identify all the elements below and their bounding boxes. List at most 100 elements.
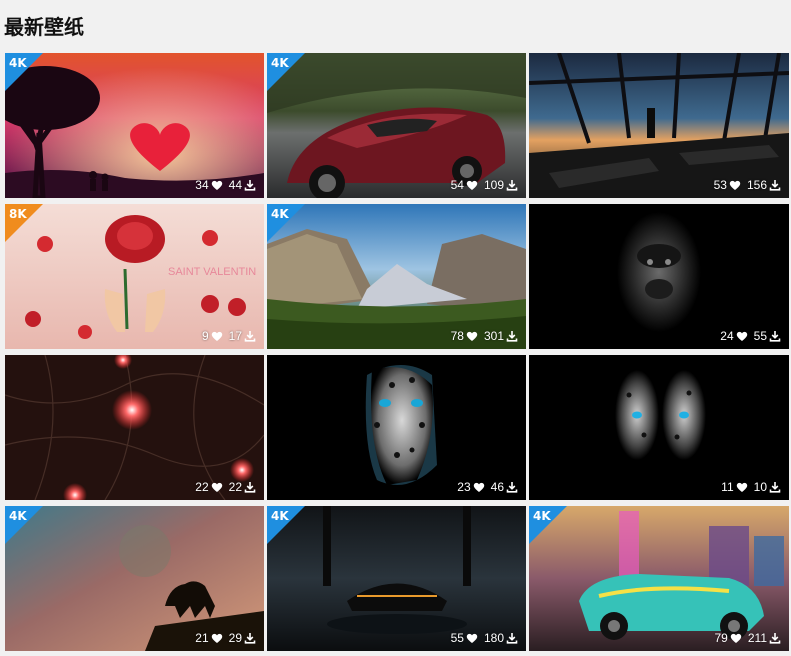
download-stat[interactable]: 55 — [754, 329, 781, 343]
download-count: 46 — [490, 480, 504, 494]
wallpaper-card[interactable]: 24 55 — [529, 204, 789, 349]
download-stat[interactable]: 29 — [229, 631, 256, 645]
like-count: 24 — [720, 329, 734, 343]
download-stat[interactable]: 180 — [484, 631, 518, 645]
like-count: 11 — [721, 480, 734, 494]
like-stat[interactable]: 34 — [195, 178, 222, 192]
valentine-text: SAINT VALENTIN — [168, 266, 256, 278]
like-count: 23 — [457, 480, 471, 494]
download-icon — [244, 179, 256, 191]
wallpaper-card[interactable]: 4K 34 44 — [5, 53, 264, 198]
like-stat[interactable]: 79 — [715, 631, 742, 645]
download-stat[interactable]: 46 — [491, 480, 518, 494]
wallpaper-image — [529, 506, 789, 651]
download-icon — [506, 179, 518, 191]
download-stat[interactable]: 301 — [484, 329, 518, 343]
card-stats: 53 156 — [714, 178, 781, 192]
download-icon — [506, 330, 518, 342]
resolution-label: 4K — [9, 56, 27, 70]
like-count: 79 — [714, 631, 728, 645]
wallpaper-card[interactable]: 53 156 — [529, 53, 789, 198]
heart-icon — [466, 179, 478, 191]
heart-icon — [211, 481, 223, 493]
heart-icon — [736, 330, 748, 342]
like-stat[interactable]: 54 — [451, 178, 478, 192]
like-stat[interactable]: 21 — [195, 631, 222, 645]
like-count: 54 — [450, 178, 464, 192]
like-stat[interactable]: 78 — [451, 329, 478, 343]
resolution-label: 4K — [533, 509, 551, 523]
card-stats: 78 301 — [451, 329, 518, 343]
download-icon — [244, 330, 256, 342]
heart-icon — [466, 330, 478, 342]
heart-icon — [473, 481, 485, 493]
like-count: 53 — [713, 178, 727, 192]
wallpaper-card[interactable]: 22 22 — [5, 355, 264, 500]
wallpaper-image — [5, 506, 264, 651]
heart-icon — [211, 632, 223, 644]
download-icon — [769, 481, 781, 493]
like-stat[interactable]: 9 — [202, 329, 223, 343]
download-icon — [244, 481, 256, 493]
download-count: 10 — [753, 480, 767, 494]
wallpaper-card[interactable]: 4K 21 29 — [5, 506, 264, 651]
like-stat[interactable]: 24 — [720, 329, 747, 343]
card-stats: 21 29 — [195, 631, 256, 645]
download-stat[interactable]: 17 — [229, 329, 256, 343]
download-stat[interactable]: 44 — [229, 178, 256, 192]
wallpaper-card[interactable]: 4K 79 211 — [529, 506, 789, 651]
wallpaper-image — [267, 53, 526, 198]
card-stats: 22 22 — [195, 480, 256, 494]
wallpaper-image — [267, 204, 526, 349]
wallpaper-card[interactable]: 4K 54 109 — [267, 53, 526, 198]
resolution-label: 4K — [271, 509, 289, 523]
download-icon — [769, 330, 781, 342]
download-stat[interactable]: 211 — [748, 631, 781, 645]
resolution-label: 8K — [9, 207, 27, 221]
heart-icon — [736, 481, 748, 493]
wallpaper-image: SAINT VALENTIN — [5, 204, 264, 349]
card-stats: 11 10 — [721, 480, 781, 494]
like-stat[interactable]: 53 — [714, 178, 741, 192]
download-icon — [506, 481, 518, 493]
heart-icon — [211, 179, 223, 191]
download-count: 156 — [746, 178, 767, 192]
card-stats: 9 17 — [202, 329, 256, 343]
download-icon — [244, 632, 256, 644]
resolution-label: 4K — [9, 509, 27, 523]
download-count: 109 — [483, 178, 504, 192]
download-stat[interactable]: 10 — [754, 480, 781, 494]
download-count: 44 — [228, 178, 242, 192]
download-count: 211 — [747, 631, 767, 645]
wallpaper-image — [267, 355, 526, 500]
resolution-label: 4K — [271, 56, 289, 70]
wallpaper-image — [5, 53, 264, 198]
wallpaper-card[interactable]: 11 10 — [529, 355, 789, 500]
wallpaper-card[interactable]: 4K 78 301 — [267, 204, 526, 349]
resolution-label: 4K — [271, 207, 289, 221]
like-stat[interactable]: 11 — [721, 480, 747, 494]
download-stat[interactable]: 22 — [229, 480, 256, 494]
download-icon — [506, 632, 518, 644]
download-stat[interactable]: 156 — [747, 178, 781, 192]
heart-icon — [211, 330, 223, 342]
heart-icon — [730, 632, 742, 644]
like-count: 78 — [450, 329, 464, 343]
download-icon — [769, 632, 781, 644]
download-icon — [769, 179, 781, 191]
card-stats: 79 211 — [715, 631, 782, 645]
download-count: 17 — [228, 329, 242, 343]
wallpaper-card[interactable]: 23 46 — [267, 355, 526, 500]
wallpaper-card[interactable]: SAINT VALENTIN 8K 9 17 — [5, 204, 264, 349]
wallpaper-image — [267, 506, 526, 651]
page-title: 最新壁纸 — [4, 15, 84, 39]
wallpaper-card[interactable]: 4K 55 180 — [267, 506, 526, 651]
like-stat[interactable]: 22 — [195, 480, 222, 494]
wallpaper-image — [529, 53, 789, 198]
like-stat[interactable]: 55 — [451, 631, 478, 645]
download-count: 301 — [483, 329, 504, 343]
download-count: 180 — [483, 631, 504, 645]
download-stat[interactable]: 109 — [484, 178, 518, 192]
like-stat[interactable]: 23 — [457, 480, 484, 494]
download-count: 29 — [228, 631, 242, 645]
